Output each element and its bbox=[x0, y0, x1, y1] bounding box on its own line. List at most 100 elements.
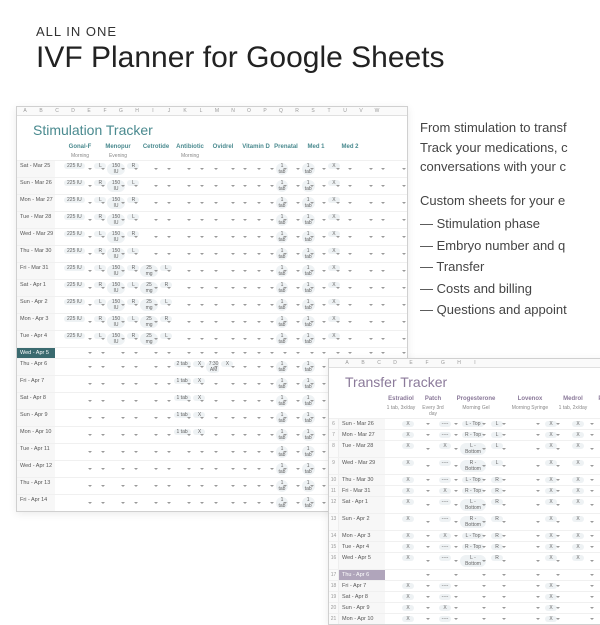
data-cell[interactable] bbox=[219, 246, 236, 262]
data-cell[interactable]: X bbox=[561, 441, 595, 457]
data-cell[interactable] bbox=[55, 359, 93, 375]
data-cell[interactable] bbox=[159, 495, 171, 511]
data-cell[interactable] bbox=[55, 427, 93, 443]
data-cell[interactable] bbox=[159, 376, 171, 392]
data-cell[interactable]: 150 IU bbox=[106, 331, 127, 347]
data-cell[interactable] bbox=[248, 359, 262, 375]
data-cell[interactable] bbox=[288, 495, 300, 511]
data-cell[interactable]: 1 tab bbox=[301, 212, 315, 228]
data-cell[interactable] bbox=[248, 263, 262, 279]
data-cell[interactable]: X bbox=[385, 430, 431, 440]
data-cell[interactable] bbox=[595, 570, 600, 580]
data-cell[interactable] bbox=[374, 280, 386, 296]
data-cell[interactable] bbox=[595, 531, 600, 541]
data-cell[interactable]: R - Bottom bbox=[459, 458, 487, 474]
data-cell[interactable]: R bbox=[487, 486, 507, 496]
data-cell[interactable]: X bbox=[192, 427, 204, 443]
data-cell[interactable] bbox=[248, 495, 262, 511]
data-cell[interactable]: L bbox=[487, 419, 507, 429]
data-cell[interactable] bbox=[219, 229, 236, 245]
data-cell[interactable]: 25 mg bbox=[139, 297, 160, 313]
data-cell[interactable]: 1 tab bbox=[275, 444, 289, 460]
data-cell[interactable] bbox=[341, 297, 353, 313]
data-cell[interactable] bbox=[192, 212, 204, 228]
data-cell[interactable]: 1 tab bbox=[275, 427, 289, 443]
data-cell[interactable]: ---- bbox=[431, 514, 459, 530]
data-cell[interactable] bbox=[172, 314, 193, 330]
data-cell[interactable] bbox=[205, 246, 219, 262]
data-cell[interactable] bbox=[386, 263, 407, 279]
data-cell[interactable]: 1 tab bbox=[301, 376, 315, 392]
data-cell[interactable]: 1 tab bbox=[301, 461, 315, 477]
data-cell[interactable] bbox=[341, 331, 353, 347]
data-cell[interactable] bbox=[262, 376, 274, 392]
data-cell[interactable]: L - Bottom bbox=[459, 497, 487, 513]
data-cell[interactable]: 1 tab bbox=[172, 427, 193, 443]
data-cell[interactable] bbox=[139, 212, 160, 228]
data-cell[interactable] bbox=[262, 229, 274, 245]
data-cell[interactable] bbox=[459, 581, 487, 591]
data-cell[interactable] bbox=[595, 458, 600, 474]
data-cell[interactable] bbox=[139, 178, 160, 194]
data-cell[interactable] bbox=[288, 178, 300, 194]
data-cell[interactable]: 225 IU bbox=[55, 246, 93, 262]
data-cell[interactable] bbox=[248, 393, 262, 409]
data-cell[interactable] bbox=[139, 393, 160, 409]
data-cell[interactable] bbox=[288, 161, 300, 177]
data-cell[interactable]: 225 IU bbox=[55, 161, 93, 177]
data-cell[interactable]: L bbox=[159, 331, 171, 347]
data-cell[interactable]: L bbox=[93, 331, 105, 347]
data-cell[interactable] bbox=[353, 263, 374, 279]
data-cell[interactable] bbox=[236, 229, 248, 245]
data-cell[interactable] bbox=[248, 331, 262, 347]
data-cell[interactable]: 1 tab bbox=[275, 212, 289, 228]
data-cell[interactable] bbox=[236, 376, 248, 392]
data-cell[interactable] bbox=[205, 178, 219, 194]
data-cell[interactable] bbox=[93, 359, 105, 375]
data-cell[interactable] bbox=[219, 297, 236, 313]
data-cell[interactable]: 225 IU bbox=[55, 297, 93, 313]
data-cell[interactable]: ---- bbox=[431, 497, 459, 513]
data-cell[interactable] bbox=[236, 427, 248, 443]
data-cell[interactable] bbox=[205, 410, 219, 426]
data-cell[interactable] bbox=[315, 161, 327, 177]
data-cell[interactable] bbox=[192, 178, 204, 194]
data-cell[interactable]: R - Top bbox=[459, 486, 487, 496]
data-cell[interactable] bbox=[341, 229, 353, 245]
data-cell[interactable]: X bbox=[541, 581, 561, 591]
data-cell[interactable] bbox=[172, 161, 193, 177]
data-cell[interactable]: X bbox=[541, 475, 561, 485]
data-cell[interactable] bbox=[315, 376, 327, 392]
data-cell[interactable]: 1 tab bbox=[275, 461, 289, 477]
data-cell[interactable] bbox=[262, 212, 274, 228]
data-cell[interactable]: 150 IU bbox=[106, 246, 127, 262]
data-cell[interactable]: R bbox=[126, 195, 138, 211]
data-cell[interactable] bbox=[288, 246, 300, 262]
data-cell[interactable] bbox=[374, 297, 386, 313]
data-cell[interactable] bbox=[386, 246, 407, 262]
data-cell[interactable] bbox=[159, 393, 171, 409]
data-cell[interactable] bbox=[236, 348, 248, 358]
data-cell[interactable] bbox=[219, 263, 236, 279]
data-cell[interactable]: 1 tab bbox=[301, 331, 315, 347]
data-cell[interactable]: X bbox=[541, 531, 561, 541]
data-cell[interactable] bbox=[55, 410, 93, 426]
data-cell[interactable] bbox=[353, 212, 374, 228]
data-cell[interactable] bbox=[288, 359, 300, 375]
data-cell[interactable]: 150 IU bbox=[106, 280, 127, 296]
data-cell[interactable] bbox=[353, 178, 374, 194]
data-cell[interactable] bbox=[374, 161, 386, 177]
data-cell[interactable]: R bbox=[93, 178, 105, 194]
data-cell[interactable]: X bbox=[385, 614, 431, 624]
data-cell[interactable]: X bbox=[561, 486, 595, 496]
data-cell[interactable]: R bbox=[159, 280, 171, 296]
data-cell[interactable] bbox=[353, 348, 374, 358]
data-cell[interactable]: R - Top bbox=[459, 542, 487, 552]
data-cell[interactable]: 25 mg bbox=[139, 263, 160, 279]
data-cell[interactable] bbox=[353, 314, 374, 330]
data-cell[interactable] bbox=[507, 542, 541, 552]
data-cell[interactable] bbox=[386, 212, 407, 228]
data-cell[interactable]: L bbox=[126, 212, 138, 228]
data-cell[interactable] bbox=[205, 212, 219, 228]
data-cell[interactable] bbox=[172, 478, 193, 494]
